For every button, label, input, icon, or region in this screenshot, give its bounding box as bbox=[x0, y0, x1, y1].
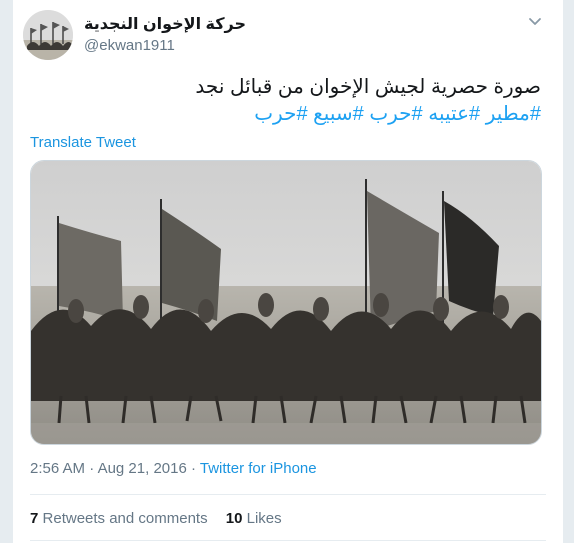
tweet-stats: 7 Retweets and comments 10 Likes bbox=[30, 510, 296, 527]
hashtag-link[interactable]: #حرب bbox=[369, 103, 422, 125]
avatar[interactable] bbox=[23, 10, 73, 60]
tweet-photo[interactable] bbox=[30, 160, 542, 445]
user-handle[interactable]: @ekwan1911 bbox=[84, 37, 175, 54]
likes-stat[interactable]: 10 Likes bbox=[226, 510, 282, 527]
hashtag-link[interactable]: #عتيبه bbox=[428, 103, 480, 125]
tweet-time[interactable]: 2:56 AM bbox=[30, 460, 85, 477]
likes-label: Likes bbox=[246, 510, 282, 527]
hashtag-list: #مطير #عتيبه #حرب #سبيع #حرب bbox=[31, 101, 541, 128]
retweets-count: 7 bbox=[30, 510, 39, 527]
separator: · bbox=[89, 460, 95, 477]
tweet-card: حركة الإخوان النجدية @ekwan1911 صورة حصر… bbox=[12, 0, 564, 543]
divider bbox=[30, 494, 546, 495]
source-link[interactable]: Twitter for iPhone bbox=[200, 460, 317, 477]
tweet-date[interactable]: Aug 21, 2016 bbox=[98, 460, 187, 477]
retweets-stat[interactable]: 7 Retweets and comments bbox=[30, 510, 212, 527]
tweet-timestamp: 2:56 AM · Aug 21, 2016 · Twitter for iPh… bbox=[30, 460, 317, 477]
separator: · bbox=[190, 460, 196, 477]
translate-tweet-link[interactable]: Translate Tweet bbox=[30, 134, 136, 151]
tweet-text: صورة حصرية لجيش الإخوان من قبائل نجد #مط… bbox=[31, 74, 541, 128]
tweet-text-line: صورة حصرية لجيش الإخوان من قبائل نجد bbox=[195, 76, 541, 98]
display-name[interactable]: حركة الإخوان النجدية bbox=[84, 14, 246, 34]
likes-count: 10 bbox=[225, 510, 243, 527]
retweets-label: Retweets and comments bbox=[42, 510, 208, 527]
hashtag-link[interactable]: #مطير bbox=[486, 103, 541, 125]
hashtag-link[interactable]: #حرب bbox=[254, 103, 307, 125]
divider bbox=[30, 540, 546, 541]
hashtag-link[interactable]: #سبيع bbox=[313, 103, 364, 125]
chevron-down-icon[interactable] bbox=[525, 12, 545, 32]
